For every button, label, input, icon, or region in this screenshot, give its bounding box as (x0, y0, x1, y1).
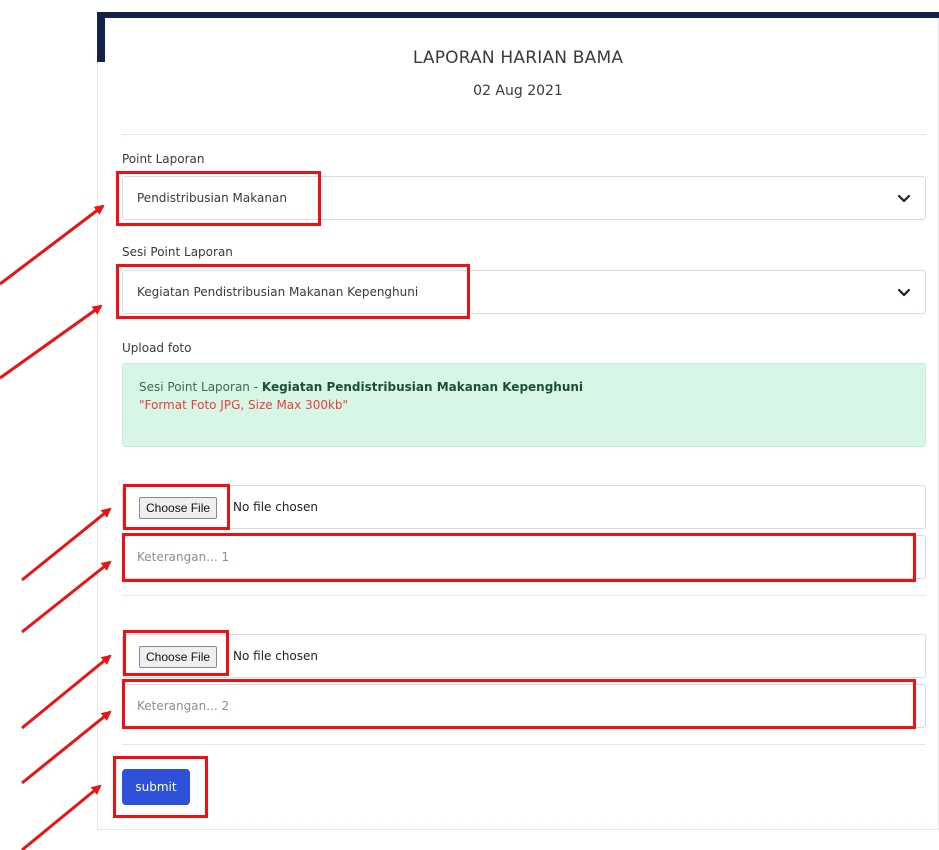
point-laporan-label: Point Laporan (122, 152, 205, 166)
alert-session-name: Kegiatan Pendistribusian Makanan Kepengh… (261, 380, 584, 394)
file-status-1: No file chosen (233, 500, 319, 514)
report-date: 02 Aug 2021 (473, 83, 563, 99)
highlight-box-keterangan-2 (122, 679, 916, 729)
chevron-down-icon (897, 194, 911, 203)
upload-foto-label: Upload foto (122, 341, 192, 355)
file-input-1: Choose File No file chosen (122, 485, 926, 529)
chevron-down-icon (897, 288, 911, 297)
divider (122, 744, 926, 745)
highlight-box-keterangan-1 (122, 533, 916, 582)
upload-info-alert: Sesi Point Laporan - Kegiatan Pendistrib… (122, 363, 926, 447)
alert-format-note: "Format Foto JPG, Size Max 300kb" (139, 398, 349, 412)
page-title: LAPORAN HARIAN BAMA (412, 48, 624, 68)
highlight-box-submit (113, 756, 208, 818)
sesi-point-label: Sesi Point Laporan (122, 245, 233, 259)
file-status-2: No file chosen (233, 649, 319, 663)
arrow-icon (0, 204, 105, 286)
divider (122, 595, 926, 596)
header-bar (97, 12, 939, 18)
highlight-box-choose-file-1 (123, 484, 230, 530)
highlight-box-sesi (116, 264, 470, 319)
file-input-2: Choose File No file chosen (122, 634, 926, 678)
divider (122, 134, 926, 135)
highlight-box-point (116, 171, 321, 226)
arrow-icon (21, 784, 102, 850)
highlight-box-choose-file-2 (123, 630, 229, 676)
arrow-icon (0, 304, 103, 380)
alert-session-text: Sesi Point Laporan - Kegiatan Pendistrib… (139, 380, 583, 394)
alert-prefix: Sesi Point Laporan - (139, 380, 262, 394)
